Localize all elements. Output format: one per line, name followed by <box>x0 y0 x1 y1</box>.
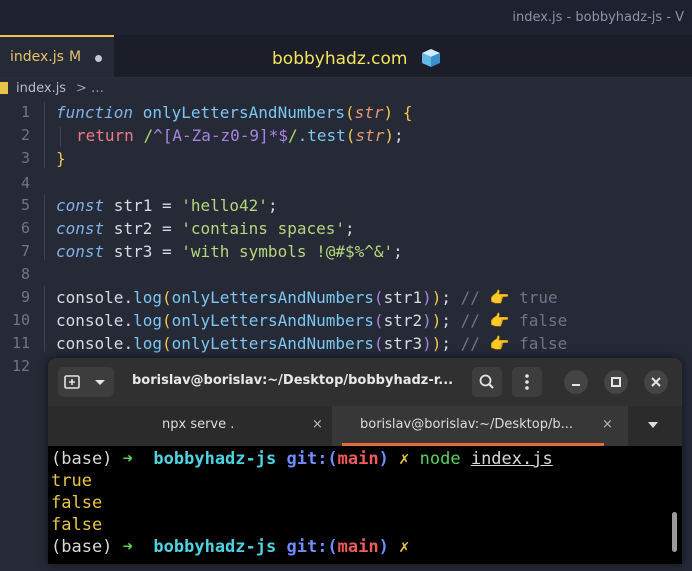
terminal-tab-label: npx serve . <box>162 417 235 432</box>
minimize-icon <box>572 384 580 386</box>
window-titlebar: index.js - bobbyhadz-js - V <box>0 0 692 35</box>
code-line-9: console.log(onlyLettersAndNumbers(str1))… <box>56 288 558 307</box>
line-number: 4 <box>20 174 30 192</box>
line-number: 1 <box>20 103 30 121</box>
line-number: 10 <box>11 311 30 329</box>
line-number: 6 <box>20 219 30 237</box>
tabs-overflow-icon[interactable] <box>648 422 658 428</box>
modified-badge: M <box>69 49 82 65</box>
search-icon <box>479 374 494 389</box>
search-button[interactable] <box>472 367 502 397</box>
indent-guide <box>44 102 45 168</box>
line-number: 11 <box>11 334 30 352</box>
code-line-6: const str2 = 'contains spaces'; <box>56 219 355 238</box>
prompt-line: (base) ➜ bobbyhadz-js git:(main) ✗ <box>51 537 410 557</box>
brand-watermark: bobbyhadz.com <box>272 49 408 69</box>
terminal-tabbar: npx serve . × borislav@borislav:~/Deskto… <box>48 406 682 446</box>
terminal-tab-label: borislav@borislav:~/Desktop/b... <box>360 417 573 432</box>
code-line-10: console.log(onlyLettersAndNumbers(str2))… <box>56 311 568 330</box>
kebab-menu-icon <box>525 374 529 390</box>
code-line-5: const str1 = 'hello42'; <box>56 196 278 215</box>
ice-cube-icon <box>422 49 440 67</box>
terminal-header: borislav@borislav:~/Desktop/bobbyhadz-r.… <box>48 358 682 406</box>
breadcrumb-rest[interactable]: > … <box>76 81 104 96</box>
output-line: true <box>51 471 92 491</box>
close-tab-icon[interactable]: × <box>312 417 323 432</box>
indent-guide <box>44 194 45 260</box>
indent-guide <box>60 127 61 147</box>
line-number: 9 <box>20 288 30 306</box>
line-number: 12 <box>11 357 30 375</box>
code-line-1: function onlyLettersAndNumbers(str) { <box>56 103 413 122</box>
indent-guide <box>44 286 45 352</box>
breadcrumb-file[interactable]: index.js <box>16 81 66 96</box>
output-line: false <box>51 493 103 513</box>
new-tab-icon <box>64 375 80 389</box>
minimize-button[interactable] <box>564 370 588 394</box>
close-window-button[interactable] <box>644 370 668 394</box>
new-tab-menu-button[interactable] <box>86 367 114 397</box>
maximize-button[interactable] <box>604 370 628 394</box>
terminal-scrollbar[interactable] <box>672 512 677 552</box>
line-number: 3 <box>20 149 30 167</box>
chevron-down-icon <box>95 380 105 385</box>
new-tab-button[interactable] <box>58 367 86 397</box>
terminal-tab-shell[interactable]: borislav@borislav:~/Desktop/b... × <box>332 406 628 446</box>
menu-button[interactable] <box>512 367 542 397</box>
close-icon <box>651 377 661 387</box>
tab-label: index.js <box>10 49 64 65</box>
code-line-7: const str3 = 'with symbols !@#$%^&'; <box>56 242 403 261</box>
terminal-tab-npx-serve[interactable]: npx serve . × <box>48 406 332 446</box>
js-file-icon <box>0 82 8 94</box>
output-line: false <box>51 515 103 535</box>
terminal-window[interactable]: borislav@borislav:~/Desktop/bobbyhadz-r.… <box>48 358 682 564</box>
terminal-title: borislav@borislav:~/Desktop/bobbyhadz-r.… <box>132 373 452 388</box>
line-number: 5 <box>20 196 30 214</box>
code-line-2: return /^[A-Za-z0-9]*$/.test(str); <box>76 126 404 145</box>
maximize-icon <box>611 377 621 387</box>
window-title: index.js - bobbyhadz-js - V <box>512 10 684 25</box>
line-number: 7 <box>20 242 30 260</box>
unsaved-dot-icon[interactable] <box>95 55 102 62</box>
line-number: 8 <box>20 265 30 283</box>
breadcrumb: index.js > … <box>0 78 692 100</box>
close-tab-icon[interactable]: × <box>602 417 613 432</box>
terminal-output[interactable]: (base) ➜ bobbyhadz-js git:(main) ✗ node … <box>48 446 682 564</box>
tab-index-js[interactable]: index.js M <box>0 35 114 77</box>
code-line-11: console.log(onlyLettersAndNumbers(str3))… <box>56 334 568 353</box>
prompt-line: (base) ➜ bobbyhadz-js git:(main) ✗ node … <box>51 449 553 469</box>
code-line-3: } <box>56 149 66 168</box>
line-number: 2 <box>20 126 30 144</box>
